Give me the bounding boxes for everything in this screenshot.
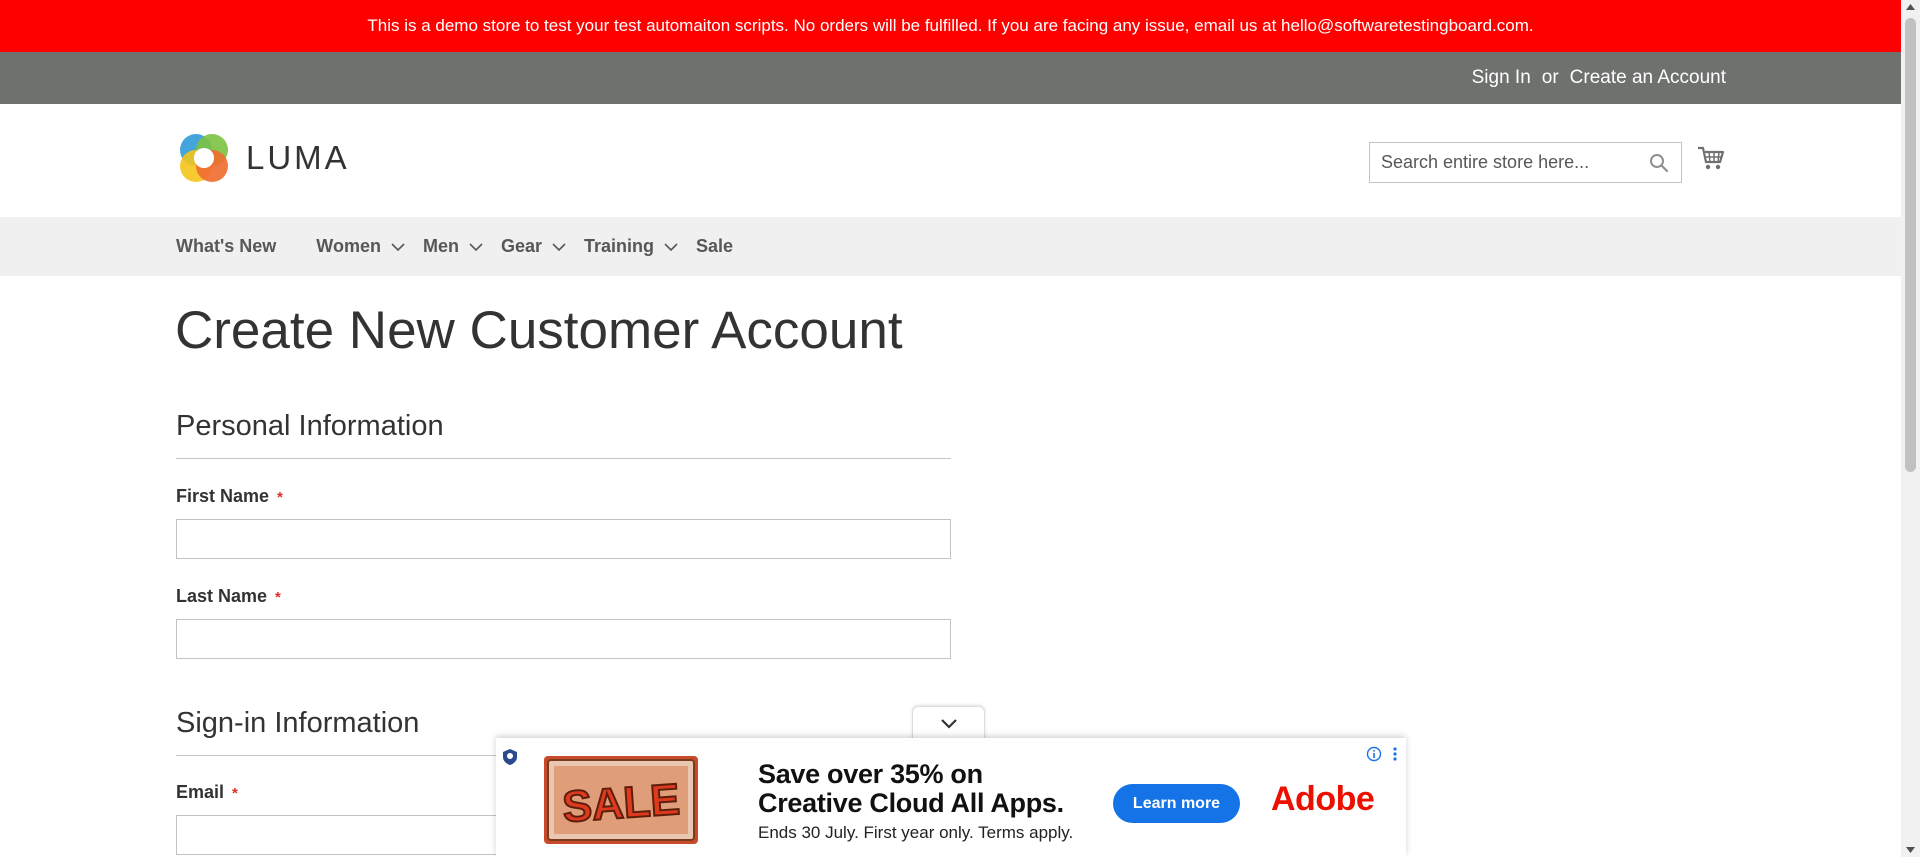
ad-headline-line-1: Save over 35% on bbox=[758, 759, 983, 789]
section-divider bbox=[176, 458, 951, 459]
chevron-down-icon bbox=[940, 719, 957, 729]
nav-item-men[interactable]: Men bbox=[423, 236, 483, 257]
chevron-down-icon bbox=[552, 243, 566, 252]
sale-banner-image: SALE bbox=[544, 756, 698, 844]
nav-item-label: Men bbox=[422, 236, 459, 256]
ad-collapse-toggle[interactable] bbox=[912, 706, 985, 740]
header-links: Sign In or Create an Account bbox=[1472, 52, 1726, 104]
first-name-label: First Name * bbox=[176, 486, 283, 507]
required-marker: * bbox=[277, 489, 283, 506]
nav-item-label: Training bbox=[584, 236, 655, 256]
luma-logo-icon bbox=[180, 134, 228, 182]
first-name-label-text: First Name bbox=[176, 486, 270, 506]
ad-headline: Save over 35% on Creative Cloud All Apps… bbox=[758, 760, 1064, 818]
sale-image-text: SALE bbox=[561, 775, 681, 832]
demo-store-notice: This is a demo store to test your test a… bbox=[0, 0, 1901, 52]
scrollbar-thumb[interactable] bbox=[1905, 18, 1916, 472]
nav-item-whats-new[interactable]: What's New bbox=[176, 236, 276, 257]
first-name-field[interactable] bbox=[176, 519, 951, 559]
nav-item-label: What's New bbox=[176, 236, 277, 256]
chevron-down-icon bbox=[391, 243, 405, 252]
shield-icon bbox=[503, 749, 517, 765]
scroll-up-arrow-icon[interactable] bbox=[1906, 4, 1915, 10]
page-scrollbar[interactable] bbox=[1901, 0, 1920, 857]
header-links-separator: or bbox=[1541, 67, 1559, 88]
personal-information-heading: Personal Information bbox=[176, 410, 444, 442]
demo-notice-text: This is a demo store to test your test a… bbox=[367, 16, 1534, 35]
nav-item-sale[interactable]: Sale bbox=[696, 236, 733, 257]
nav-item-gear[interactable]: Gear bbox=[501, 236, 566, 257]
email-label: Email * bbox=[176, 782, 238, 803]
store-logo[interactable]: LUMA bbox=[176, 130, 350, 186]
search-input[interactable] bbox=[1370, 143, 1640, 182]
create-account-link[interactable]: Create an Account bbox=[1570, 67, 1726, 89]
main-navigation: What's New Women Men Gear Training Sale bbox=[0, 217, 1901, 276]
sign-in-link[interactable]: Sign In bbox=[1472, 67, 1531, 89]
last-name-field[interactable] bbox=[176, 619, 951, 659]
nav-item-label: Gear bbox=[500, 236, 542, 256]
search-box bbox=[1369, 142, 1682, 183]
sign-in-information-heading: Sign-in Information bbox=[176, 707, 420, 739]
last-name-label: Last Name * bbox=[176, 586, 281, 607]
panel-header: Sign In or Create an Account bbox=[0, 52, 1901, 104]
learn-more-button[interactable]: Learn more bbox=[1113, 784, 1240, 823]
scroll-down-arrow-icon[interactable] bbox=[1906, 847, 1915, 853]
more-options-icon[interactable] bbox=[1392, 746, 1398, 762]
required-marker: * bbox=[232, 785, 238, 802]
info-icon[interactable] bbox=[1366, 746, 1382, 762]
email-label-text: Email bbox=[176, 782, 225, 802]
page-title: Create New Customer Account bbox=[175, 301, 903, 360]
last-name-label-text: Last Name bbox=[176, 586, 268, 606]
ad-headline-line-2: Creative Cloud All Apps. bbox=[758, 788, 1064, 818]
nav-item-label: Women bbox=[316, 236, 381, 256]
chevron-down-icon bbox=[469, 243, 483, 252]
ad-brand: Adobe bbox=[1271, 780, 1375, 818]
nav-item-label: Sale bbox=[696, 236, 734, 256]
site-header: LUMA bbox=[0, 104, 1901, 217]
cart-icon[interactable] bbox=[1697, 144, 1725, 172]
search-icon[interactable] bbox=[1649, 153, 1669, 173]
logo-text: LUMA bbox=[246, 139, 350, 176]
chevron-down-icon bbox=[664, 243, 678, 252]
nav-item-women[interactable]: Women bbox=[316, 236, 405, 257]
nav-item-training[interactable]: Training bbox=[584, 236, 678, 257]
ad-banner[interactable]: SALE Save over 35% on Creative Cloud All… bbox=[496, 738, 1406, 857]
ad-subtext: Ends 30 July. First year only. Terms app… bbox=[758, 823, 1074, 842]
required-marker: * bbox=[275, 589, 281, 606]
